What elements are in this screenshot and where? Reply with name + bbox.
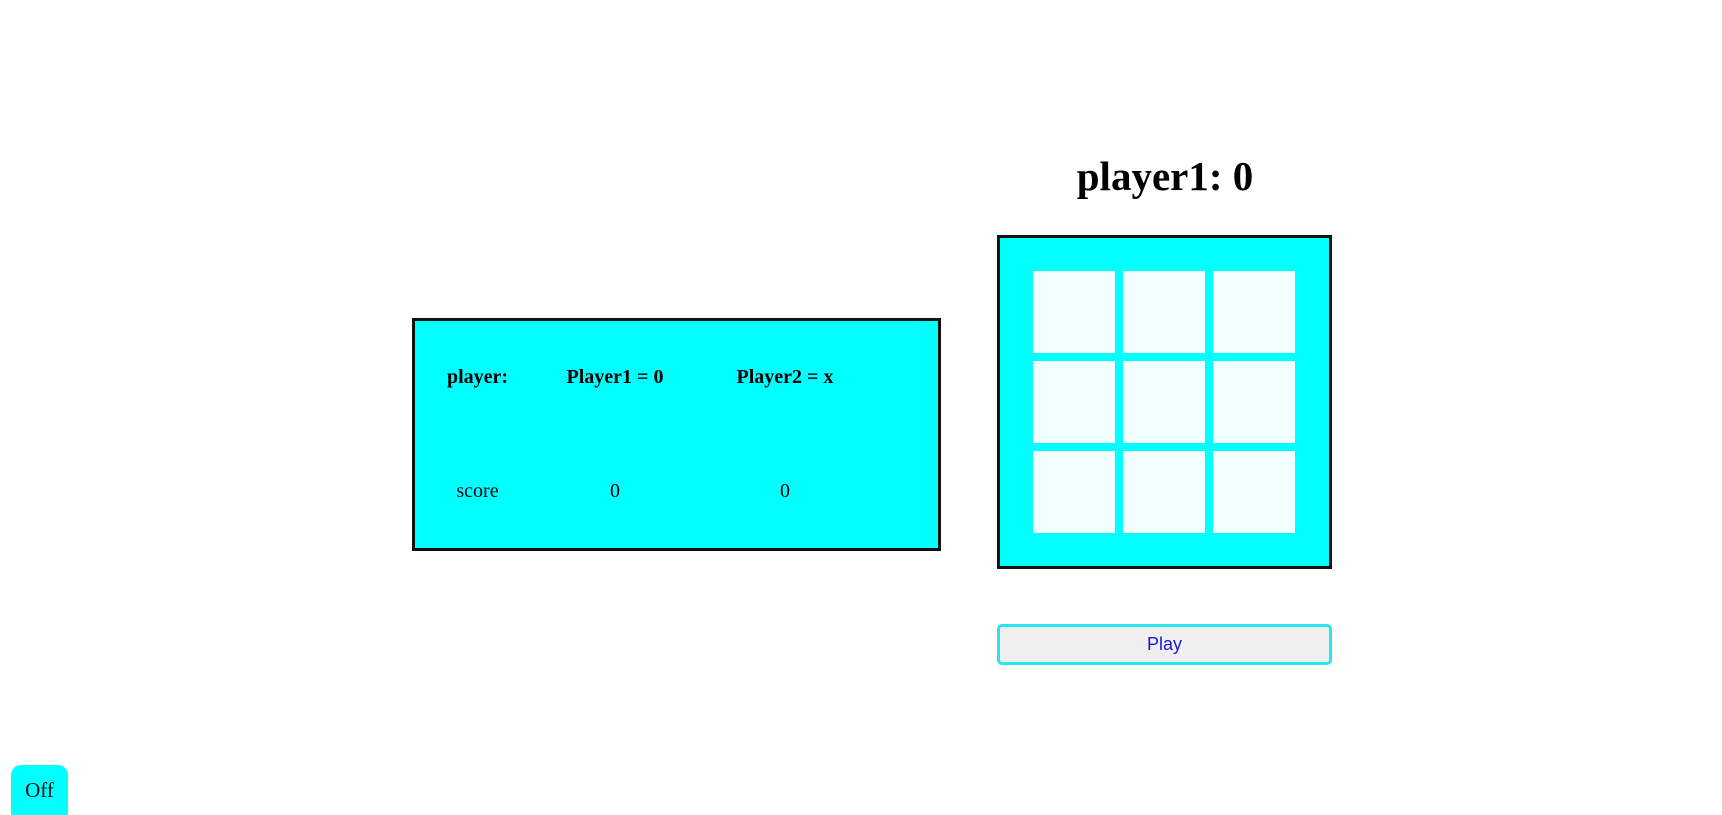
board-cell[interactable] bbox=[1123, 271, 1205, 353]
off-toggle-button[interactable]: Off bbox=[11, 765, 68, 815]
player-column-header: player: bbox=[446, 366, 509, 389]
player2-score: 0 bbox=[780, 479, 790, 502]
board-cell[interactable] bbox=[1213, 361, 1295, 443]
score-row-label: score bbox=[456, 479, 499, 502]
board-grid bbox=[1033, 271, 1295, 533]
board-cell[interactable] bbox=[1033, 271, 1115, 353]
scoreboard-table: player: Player1 = 0 Player2 = x score 0 … bbox=[415, 321, 938, 548]
game-board bbox=[997, 235, 1332, 569]
player1-score: 0 bbox=[610, 479, 620, 502]
scoreboard-header-row: player: Player1 = 0 Player2 = x bbox=[415, 321, 938, 435]
player2-column-header: Player2 = x bbox=[736, 366, 834, 389]
board-cell[interactable] bbox=[1213, 271, 1295, 353]
player1-column-header: Player1 = 0 bbox=[566, 366, 664, 389]
board-cell[interactable] bbox=[1123, 451, 1205, 533]
scoreboard-panel: player: Player1 = 0 Player2 = x score 0 … bbox=[412, 318, 941, 551]
board-cell[interactable] bbox=[1033, 361, 1115, 443]
play-button[interactable]: Play bbox=[997, 624, 1332, 665]
board-cell[interactable] bbox=[1123, 361, 1205, 443]
board-cell[interactable] bbox=[1213, 451, 1295, 533]
board-cell[interactable] bbox=[1033, 451, 1115, 533]
scoreboard-score-row: score 0 0 bbox=[415, 435, 938, 549]
current-player-heading: player1: 0 bbox=[1076, 153, 1254, 199]
